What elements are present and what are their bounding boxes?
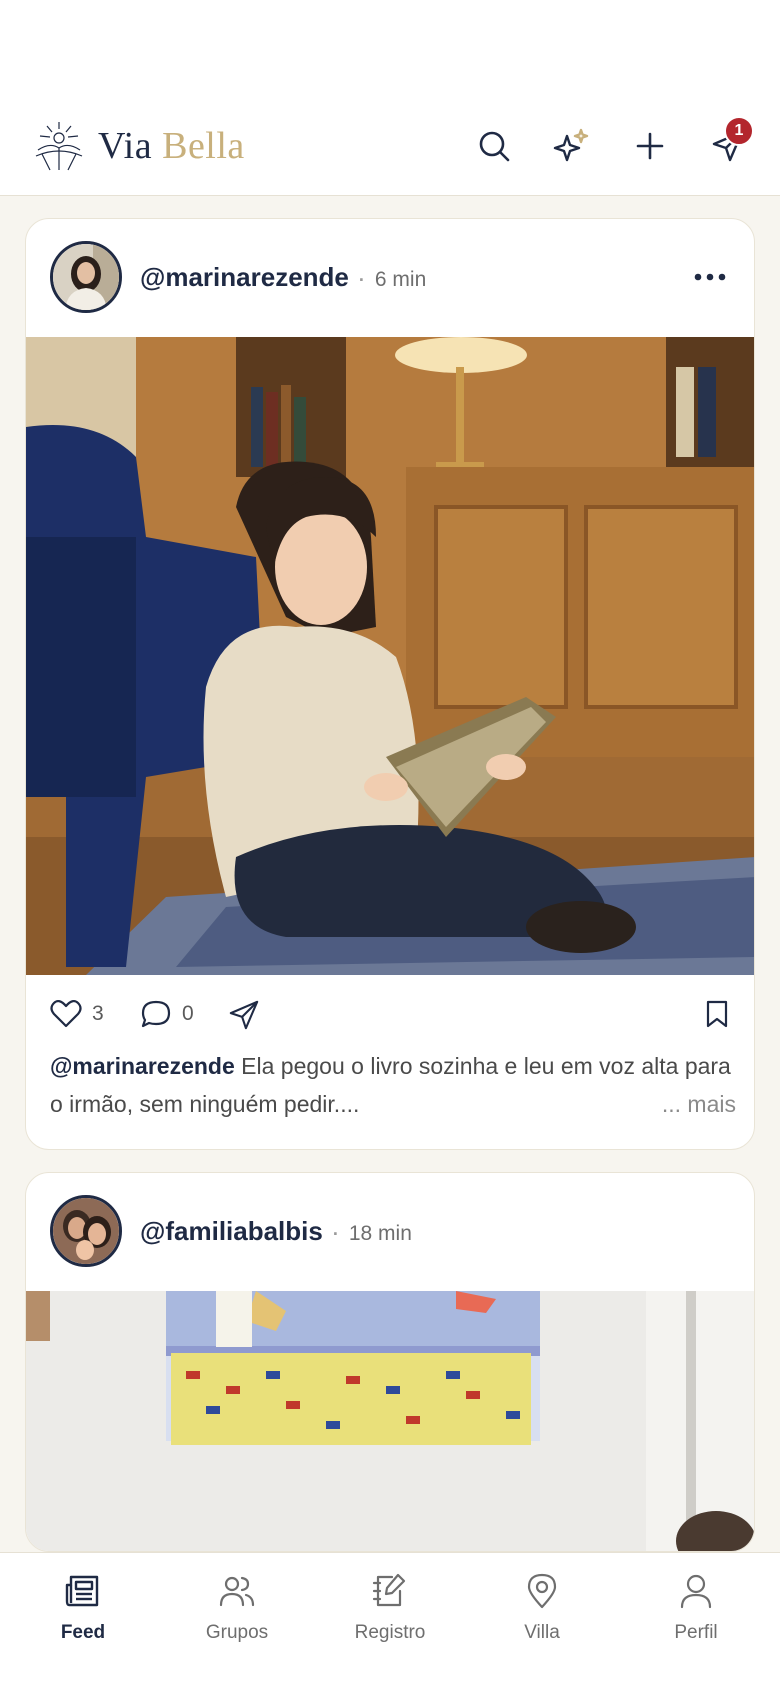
notification-badge: 1 [724, 116, 754, 146]
bookmark-icon [706, 1000, 728, 1028]
nav-item-grupos[interactable]: Grupos [177, 1571, 297, 1644]
logo-icon [35, 122, 83, 171]
nav-label: Registro [354, 1622, 426, 1643]
messages-button[interactable]: 1 [708, 116, 754, 166]
ai-assistant-button[interactable] [551, 126, 591, 166]
edit-note-icon [372, 1573, 406, 1607]
nav-item-villa[interactable]: Villa [482, 1571, 602, 1644]
post-photo[interactable] [26, 1291, 755, 1552]
comment-button[interactable]: 0 [140, 999, 194, 1029]
nav-label: Villa [524, 1622, 560, 1643]
nav-label: Grupos [205, 1622, 269, 1643]
post-author[interactable]: @familiabalbis · 18 min [140, 1216, 412, 1247]
more-options-icon[interactable] [690, 265, 730, 289]
post-header: @marinarezende · 6 min [26, 219, 754, 337]
brand-part2: Bella [162, 125, 245, 167]
post-card: @marinarezende · 6 min 3 0 @marinarezend… [25, 218, 755, 1150]
search-icon [479, 131, 510, 162]
avatar[interactable] [50, 1195, 122, 1267]
post-time: 18 min [348, 1222, 412, 1245]
user-icon [680, 1574, 712, 1609]
comment-icon [141, 1000, 171, 1028]
nav-item-perfil[interactable]: Perfil [636, 1571, 756, 1644]
plus-icon [636, 132, 664, 160]
nav-item-feed[interactable]: Feed [23, 1571, 143, 1644]
heart-icon [50, 999, 82, 1028]
status-bar-area [0, 0, 780, 112]
post-time: 6 min [374, 268, 427, 291]
username[interactable]: @marinarezende [140, 262, 349, 292]
username[interactable]: @familiabalbis [140, 1216, 323, 1246]
brand-part1: Via [98, 125, 153, 167]
sparkles-icon [553, 128, 589, 162]
share-button[interactable] [228, 999, 260, 1031]
post-header: @familiabalbis · 18 min [26, 1173, 754, 1291]
create-post-button[interactable] [630, 126, 670, 166]
users-icon [219, 1576, 255, 1607]
nav-label: Feed [60, 1622, 106, 1643]
read-more-link[interactable]: ... mais [662, 1085, 736, 1123]
top-bar: Via Bella 1 [0, 112, 780, 196]
post-photo[interactable] [26, 337, 755, 975]
post-caption: @marinarezende Ela pegou o livro sozinha… [50, 1047, 736, 1123]
post-author[interactable]: @marinarezende · 6 min [140, 262, 426, 293]
nav-item-registro[interactable]: Registro [330, 1571, 450, 1644]
save-button[interactable] [704, 999, 730, 1029]
search-button[interactable] [474, 126, 514, 166]
caption-username[interactable]: @marinarezende [50, 1053, 235, 1079]
brand-name: Via Bella [98, 124, 245, 168]
nav-label: Perfil [674, 1622, 718, 1643]
like-count: 3 [92, 1002, 104, 1025]
comment-count: 0 [182, 1002, 194, 1025]
avatar[interactable] [50, 241, 122, 313]
map-pin-icon [527, 1573, 557, 1609]
send-icon [229, 1000, 259, 1030]
bottom-nav: Feed Grupos Registro Villa Perfil [0, 1552, 780, 1695]
post-actions: 3 0 [26, 987, 754, 1043]
post-card: @familiabalbis · 18 min [25, 1172, 755, 1552]
newspaper-icon [65, 1575, 99, 1607]
like-button[interactable]: 3 [50, 999, 104, 1029]
